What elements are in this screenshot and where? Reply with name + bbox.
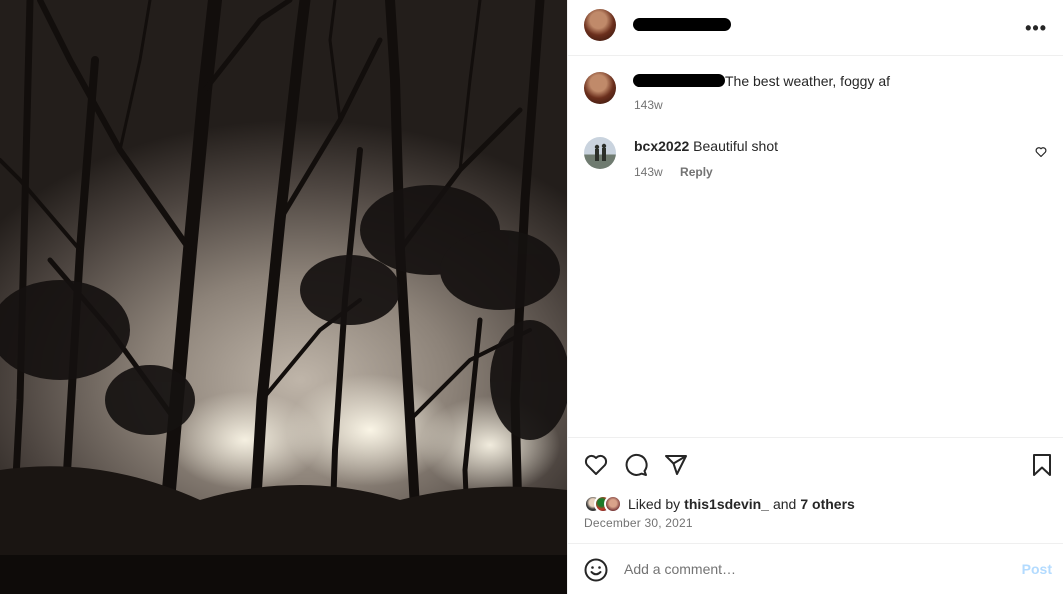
post-side-panel: ••• The best weather, foggy af 143w bcx2… [567,0,1063,594]
heart-icon [1035,147,1047,158]
emoji-button[interactable] [584,558,608,587]
save-button[interactable] [1030,453,1054,482]
bookmark-icon [1033,454,1051,476]
liker-username[interactable]: this1sdevin_ [684,496,769,512]
post-date[interactable]: December 30, 2021 [584,516,693,530]
comment-row: bcx2022 Beautiful shot [634,137,778,155]
commenter-avatar-figures [594,143,607,161]
redacted-caption-username[interactable] [633,74,725,87]
post-photo[interactable] [0,0,567,594]
more-icon: ••• [1025,18,1047,38]
likes-and-label: and [772,496,797,512]
share-button[interactable] [664,453,688,482]
comment-timestamp[interactable]: 143w [634,165,663,179]
caption-author-avatar[interactable] [584,72,616,104]
author-avatar[interactable] [584,9,616,41]
comment-text: Beautiful shot [693,138,779,154]
comment-like-button[interactable] [1035,145,1047,163]
like-button[interactable] [584,453,608,482]
redacted-author-username[interactable] [633,18,731,31]
more-options-button[interactable]: ••• [1025,18,1047,39]
post-comment-button[interactable]: Post [1022,561,1052,577]
comment-button[interactable] [624,453,648,482]
caption-timestamp[interactable]: 143w [634,98,663,112]
post-header: ••• [568,0,1063,56]
comment-input[interactable] [624,561,984,577]
comment-composer: Post [568,543,1063,595]
comment-username[interactable]: bcx2022 [634,138,689,154]
likes-summary: Liked by this1sdevin_ and 7 others [584,494,855,514]
post-actions: Liked by this1sdevin_ and 7 others Decem… [568,437,1063,544]
commenter-avatar[interactable] [584,137,616,169]
liker-avatar[interactable] [604,495,622,513]
tree-silhouettes [0,0,567,594]
reply-button[interactable]: Reply [680,165,713,179]
heart-icon [584,454,608,475]
comment-meta: 143w Reply [634,165,713,179]
caption-text: The best weather, foggy af [725,73,890,89]
comment-icon [625,453,648,476]
share-icon [665,455,687,475]
likes-others-link[interactable]: 7 others [800,496,854,512]
liked-by-label: Liked by [628,496,681,512]
emoji-icon [584,558,608,582]
